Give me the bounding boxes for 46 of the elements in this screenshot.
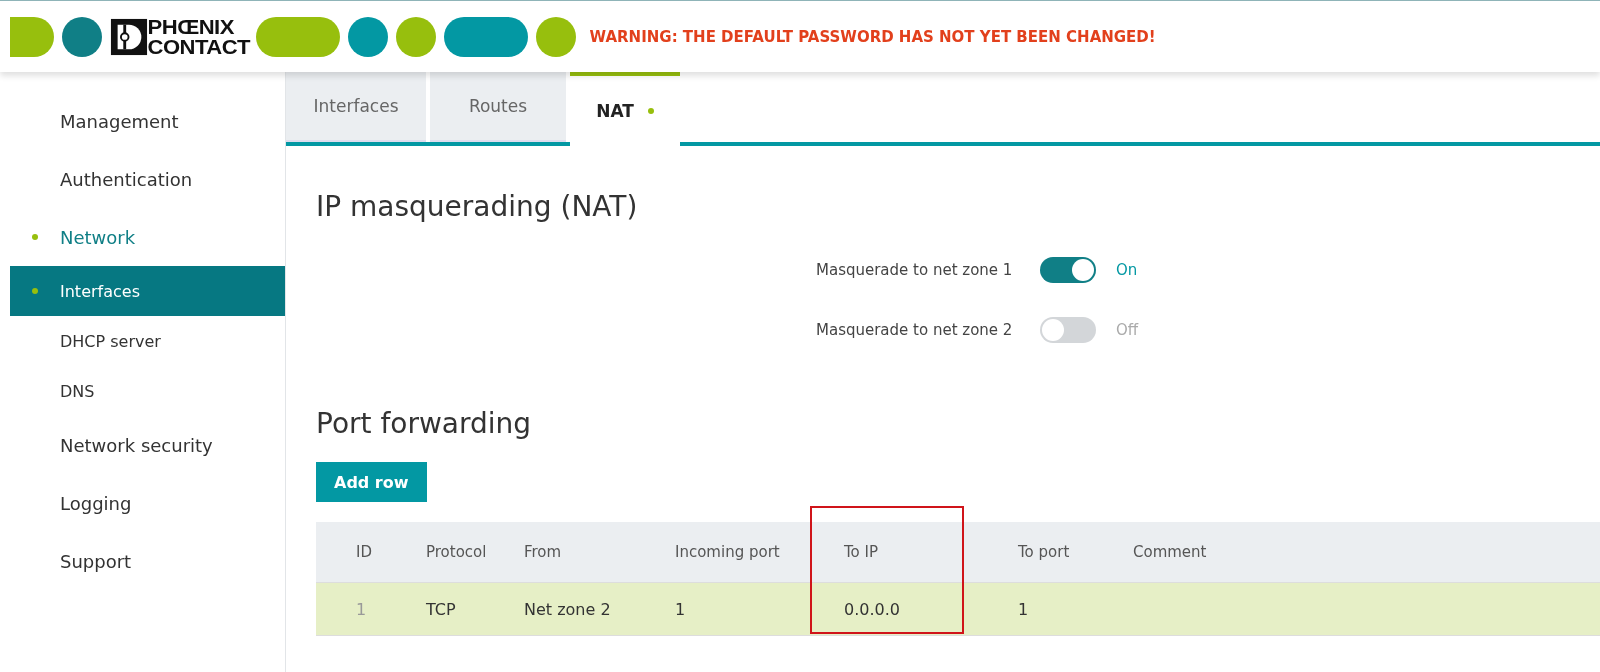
toggle-label: Masquerade to net zone 2 — [816, 321, 1014, 339]
decor-pill — [347, 16, 388, 57]
decor-pill — [62, 16, 102, 57]
nav-item[interactable]: Logging — [10, 474, 285, 532]
active-dot-icon — [32, 288, 38, 294]
decor-pill — [535, 16, 576, 57]
toggle-switch[interactable] — [1040, 257, 1096, 283]
column-header: From — [524, 543, 562, 561]
table-cell: 1 — [675, 599, 686, 619]
active-dot-icon — [32, 234, 38, 240]
password-warning: WARNING: THE DEFAULT PASSWORD HAS NOT YET BEEN CHANGED! — [589, 27, 1156, 46]
section-title: Port forwarding — [316, 407, 533, 440]
table-cell: TCP — [426, 599, 456, 619]
column-header: Incoming port — [675, 543, 780, 561]
column-header: To IP — [844, 543, 879, 561]
nav-item[interactable]: Network security — [10, 416, 285, 474]
decor-pill — [395, 16, 436, 57]
table-cell: Net zone 2 — [524, 599, 611, 619]
decor-pill — [10, 16, 54, 57]
tab[interactable]: NAT — [570, 72, 680, 146]
nav-item[interactable]: Support — [10, 532, 285, 590]
section-title: IP masquerading (NAT) — [316, 190, 639, 223]
table-row[interactable]: 1 TCP Net zone 2 1 0.0.0.0 1 — [316, 582, 1600, 636]
tab[interactable]: Interfaces — [286, 72, 426, 142]
logo-text: PHŒNIX — [147, 16, 235, 37]
toggle-switch[interactable] — [1040, 317, 1096, 343]
toggle-label: Masquerade to net zone 1 — [816, 261, 1014, 279]
column-header: Protocol — [426, 543, 487, 561]
column-header: To port — [1018, 543, 1070, 561]
table-cell: 1 — [1018, 599, 1029, 619]
toggle-state: On — [1116, 261, 1138, 279]
column-header: ID — [356, 543, 372, 561]
nav-item[interactable]: Authentication — [10, 150, 285, 208]
logo-mark-icon — [110, 17, 148, 56]
column-header: Comment — [1133, 543, 1207, 561]
nav-item[interactable]: Network — [10, 208, 285, 266]
table-cell: 1 — [356, 599, 367, 619]
nav-subitem[interactable]: DNS — [10, 366, 285, 416]
active-dot-icon — [647, 108, 654, 114]
toggle-state: Off — [1116, 321, 1139, 339]
logo-text: CONTACT — [147, 36, 251, 57]
nav-item[interactable]: Management — [10, 92, 285, 150]
nav-subitem[interactable]: DHCP server — [10, 316, 285, 366]
table-cell: 0.0.0.0 — [844, 599, 900, 619]
nav-subitem[interactable]: Interfaces — [10, 266, 285, 316]
tab[interactable]: Routes — [430, 72, 566, 142]
